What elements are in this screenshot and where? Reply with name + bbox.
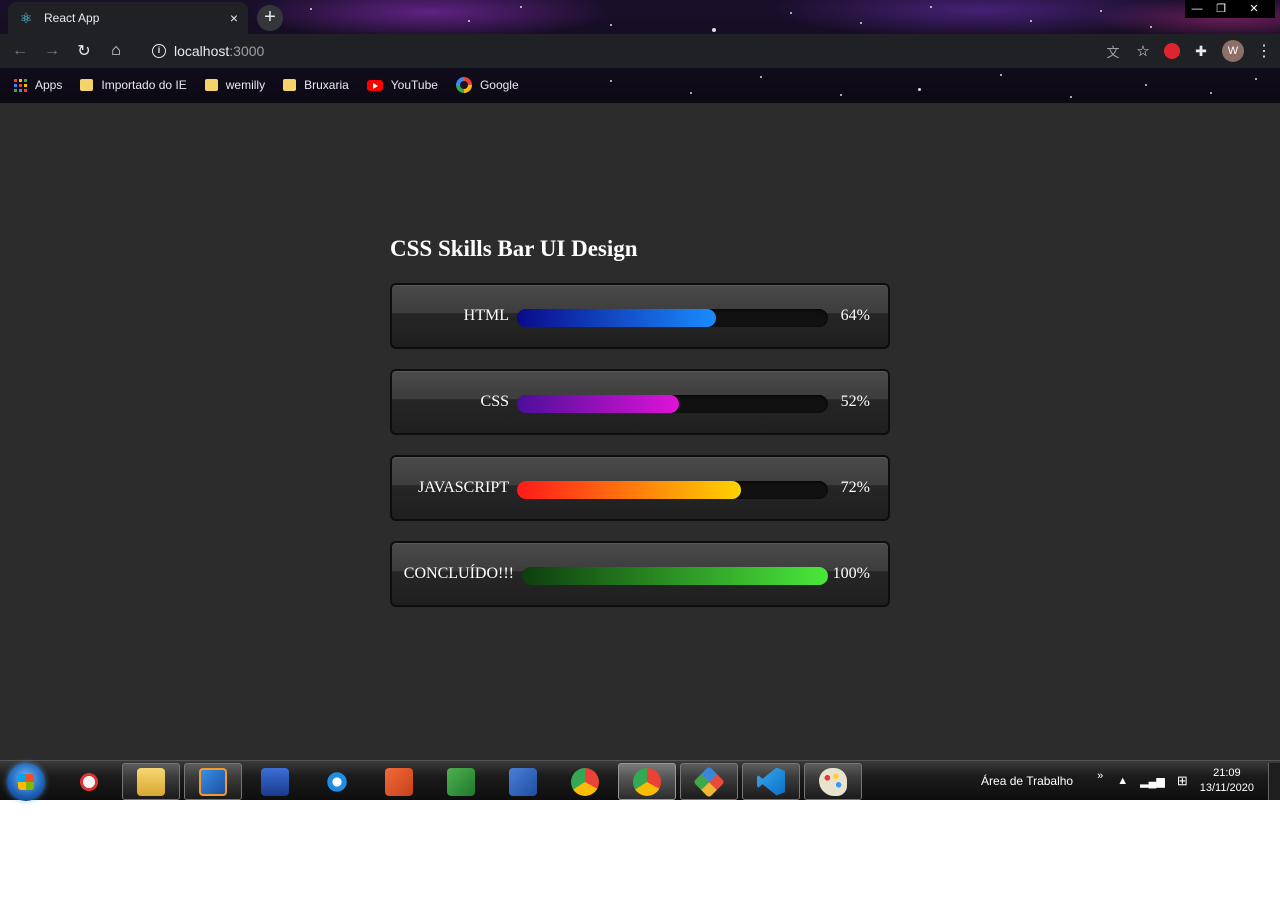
clock-date: 13/11/2020: [1199, 782, 1254, 794]
browser-tab[interactable]: ⚛ React App ×: [8, 2, 248, 34]
system-tray: Área de Trabalho » ▲ ▂▄▆ ⊞ 21:09 13/11/2…: [981, 761, 1280, 801]
skill-track: [517, 481, 828, 499]
bookmarks-bar: Apps Importado do IE wemilly Bruxaria Yo…: [0, 68, 1280, 102]
minimize-icon[interactable]: —: [1185, 0, 1209, 18]
snipping-tool-icon[interactable]: [60, 763, 118, 800]
bookmark-label: Bruxaria: [304, 78, 349, 92]
address-bar[interactable]: i localhost:3000: [140, 37, 1138, 65]
word-icon[interactable]: [494, 763, 552, 800]
skill-bar-html: HTML 64%: [390, 283, 890, 349]
bookmark-label: wemilly: [225, 78, 266, 92]
git-kraken-icon[interactable]: [680, 763, 738, 800]
menu-dots-icon[interactable]: ⋮: [1256, 41, 1272, 61]
folder-icon: [283, 79, 297, 91]
show-hidden-icons-icon[interactable]: ▲: [1117, 775, 1128, 787]
skill-label: HTML: [463, 307, 509, 324]
skill-track: [517, 395, 828, 413]
skill-fill: [517, 309, 717, 327]
extension-red-icon[interactable]: [1164, 43, 1180, 59]
skill-percent: 64%: [840, 307, 870, 324]
bookmark-bruxaria[interactable]: Bruxaria: [283, 78, 349, 92]
power-icon[interactable]: ⊞: [1177, 773, 1188, 789]
new-tab-button[interactable]: +: [257, 5, 283, 31]
toolbar-chevron-icon[interactable]: »: [1097, 770, 1103, 782]
scanner-icon[interactable]: [246, 763, 304, 800]
skill-fill: [517, 395, 679, 413]
clock-time: 21:09: [1213, 767, 1241, 779]
skill-fill: [517, 481, 741, 499]
apps-grid-icon: [14, 78, 27, 92]
internet-explorer-icon[interactable]: [308, 763, 366, 800]
bookmark-label: Google: [479, 78, 519, 92]
chrome-icon[interactable]: [556, 763, 614, 800]
desktop-toolbar-label[interactable]: Área de Trabalho: [981, 774, 1073, 788]
skill-percent: 52%: [840, 393, 870, 410]
paint-icon[interactable]: [804, 763, 862, 800]
bookmark-label: Apps: [35, 78, 63, 92]
network-icon[interactable]: ▂▄▆: [1140, 775, 1165, 788]
skill-label: CSS: [480, 393, 509, 410]
translate-icon[interactable]: 文: [1104, 42, 1122, 61]
skill-label: JAVASCRIPT: [417, 479, 509, 496]
reload-icon[interactable]: ↻: [68, 41, 100, 61]
back-icon[interactable]: ←: [4, 42, 36, 60]
avatar[interactable]: W: [1222, 40, 1244, 62]
skill-fill: [522, 567, 828, 585]
info-icon[interactable]: i: [152, 44, 166, 58]
powerpoint-icon[interactable]: [370, 763, 428, 800]
youtube-icon: [366, 79, 383, 91]
home-icon[interactable]: ⌂: [100, 42, 132, 60]
bookmark-importado[interactable]: Importado do IE: [80, 78, 187, 92]
start-orb-icon[interactable]: [7, 763, 45, 801]
google-icon: [455, 77, 472, 93]
skill-bar-javascript: JAVASCRIPT 72%: [390, 455, 890, 521]
bookmark-label: Importado do IE: [101, 78, 187, 92]
taskbar: Área de Trabalho » ▲ ▂▄▆ ⊞ 21:09 13/11/2…: [0, 760, 1280, 801]
browser-chrome: ⚛ React App × + — ❐ ✕ ← → ↻ ⌂ i localhos…: [0, 0, 1280, 103]
skill-bar-concluido: CONCLUÍDO!!! 100%: [390, 541, 890, 607]
skill-label: CONCLUÍDO!!!: [403, 565, 514, 582]
tab-title: React App: [44, 11, 100, 25]
vscode-icon[interactable]: [742, 763, 800, 800]
bookmark-youtube[interactable]: YouTube: [366, 78, 438, 92]
bookmark-apps[interactable]: Apps: [14, 78, 62, 92]
file-explorer-icon[interactable]: [122, 763, 180, 800]
bookmark-wemilly[interactable]: wemilly: [204, 78, 266, 92]
star-icon[interactable]: ☆: [1134, 42, 1152, 60]
bookmark-label: YouTube: [390, 78, 438, 92]
media-player-icon[interactable]: [184, 763, 242, 800]
folder-icon: [204, 79, 218, 91]
restore-icon[interactable]: ❐: [1209, 0, 1233, 18]
excel-icon[interactable]: [432, 763, 490, 800]
bookmark-google[interactable]: Google: [455, 77, 519, 93]
page-title: CSS Skills Bar UI Design: [390, 236, 638, 261]
url-host: localhost: [174, 43, 230, 59]
clock[interactable]: 21:09 13/11/2020: [1200, 766, 1254, 796]
react-icon: ⚛: [19, 10, 33, 26]
tab-close-icon[interactable]: ×: [230, 10, 238, 26]
puzzle-icon[interactable]: ✚: [1192, 43, 1210, 60]
chrome-profile-icon[interactable]: [618, 763, 676, 800]
skill-percent: 72%: [840, 479, 870, 496]
folder-icon: [80, 79, 94, 91]
skill-track: [517, 309, 828, 327]
skill-track: [522, 567, 828, 585]
browser-toolbar: ← → ↻ ⌂ i localhost:3000 文 ☆ ✚ W ⋮: [0, 34, 1280, 68]
skill-bar-css: CSS 52%: [390, 369, 890, 435]
close-window-icon[interactable]: ✕: [1233, 0, 1275, 18]
show-desktop-button[interactable]: [1268, 763, 1280, 800]
url-port: :3000: [229, 43, 265, 59]
skill-percent: 100%: [832, 565, 870, 582]
page-content: CSS Skills Bar UI Design HTML 64% CSS 52…: [0, 103, 1280, 760]
forward-icon[interactable]: →: [36, 42, 68, 60]
